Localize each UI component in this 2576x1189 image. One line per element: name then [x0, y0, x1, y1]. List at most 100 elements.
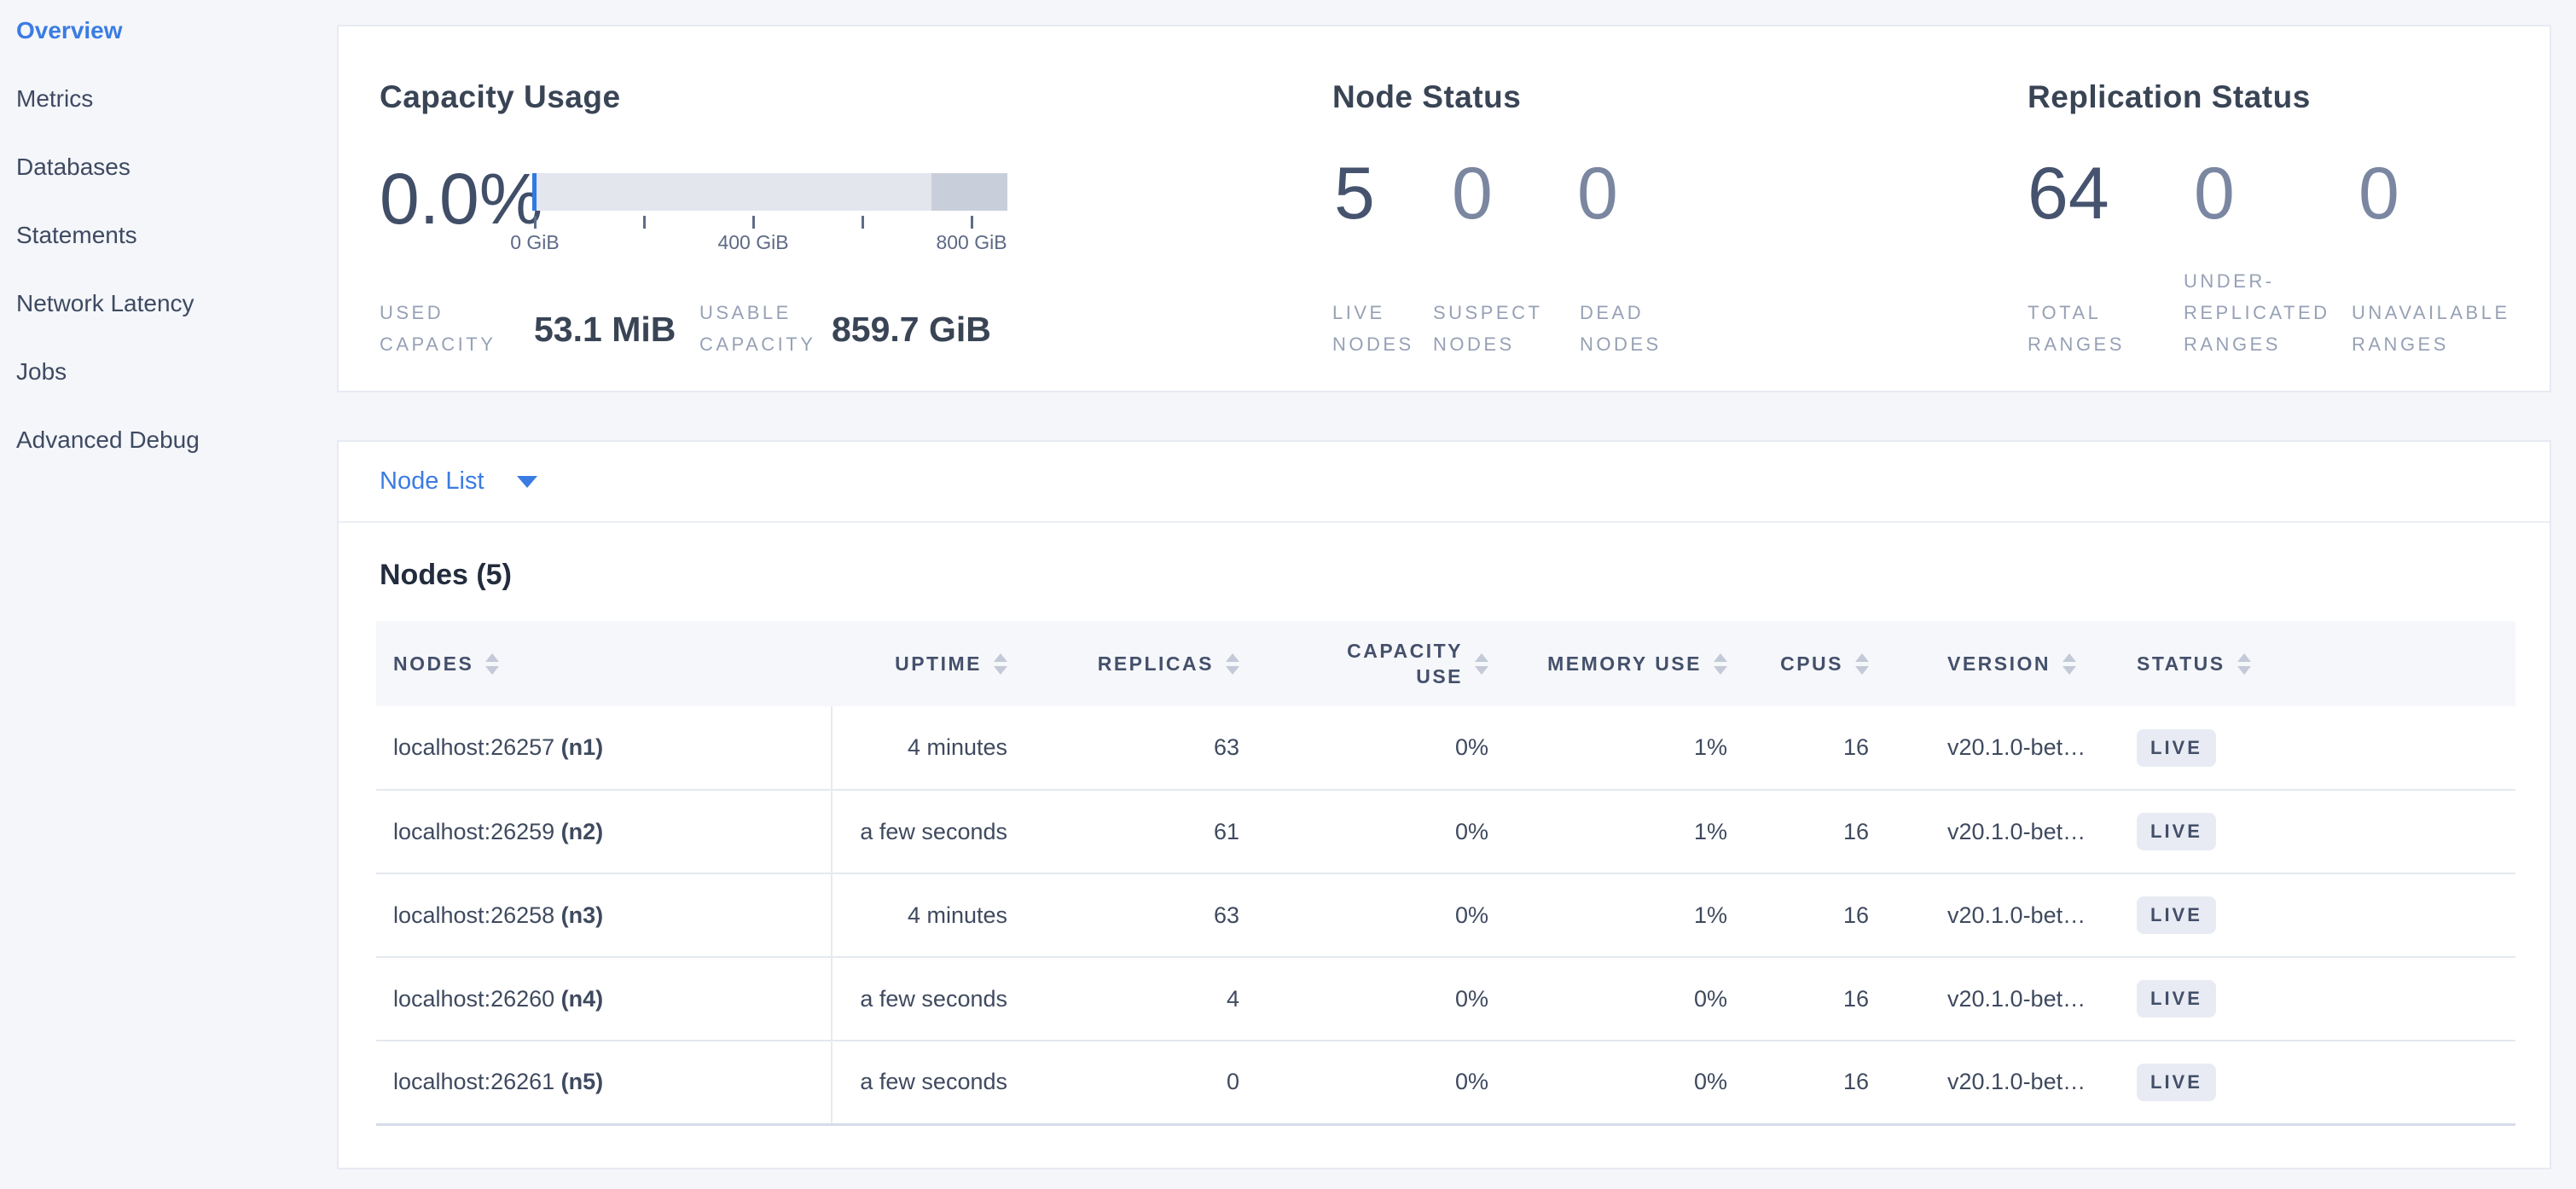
node-id: (n1) [554, 734, 603, 760]
cell-node[interactable]: localhost:26260 (n4) [376, 957, 832, 1041]
table-row: localhost:26257 (n1)4 minutes630%1%16v20… [376, 706, 2515, 790]
axis-tick [752, 216, 755, 229]
cell-capacity_use: 0% [1268, 790, 1517, 873]
cell-node[interactable]: localhost:26257 (n1) [376, 706, 832, 790]
cell-version: v20.1.0-bet… [1898, 790, 2087, 873]
cell-uptime: a few seconds [832, 1041, 1036, 1124]
table-row: localhost:26261 (n5)a few seconds00%0%16… [376, 1041, 2515, 1124]
column-header-node[interactable]: NODES [376, 621, 832, 706]
capacity-bar-used [532, 173, 537, 211]
table-row: localhost:26260 (n4)a few seconds40%0%16… [376, 957, 2515, 1041]
cell-version: v20.1.0-bet… [1898, 873, 2087, 957]
cell-status: LIVE [2087, 957, 2515, 1041]
sidebar-item-advanced-debug[interactable]: Advanced Debug [0, 406, 337, 474]
cell-uptime: a few seconds [832, 790, 1036, 873]
cell-version: v20.1.0-bet… [1898, 706, 2087, 790]
capacity-percent: 0.0% [380, 158, 542, 241]
column-header-replicas[interactable]: REPLICAS [1036, 621, 1268, 706]
total-ranges-count: 64 [2028, 157, 2109, 230]
chevron-down-icon [517, 476, 537, 488]
cell-node[interactable]: localhost:26261 (n5) [376, 1041, 832, 1124]
column-label: NODES [393, 651, 473, 676]
cell-version: v20.1.0-bet… [1898, 957, 2087, 1041]
node-address[interactable]: localhost:26258 [393, 902, 554, 928]
node-id: (n4) [554, 986, 603, 1012]
cell-cpus: 16 [1756, 873, 1898, 957]
cell-cpus: 16 [1756, 957, 1898, 1041]
axis-tick-label: 800 GiB [936, 231, 1007, 254]
node-list-dropdown-label: Node List [380, 467, 484, 496]
node-id: (n5) [554, 1069, 603, 1094]
sidebar-item-network-latency[interactable]: Network Latency [0, 270, 337, 338]
sort-icon [1714, 653, 1727, 675]
column-header-status[interactable]: STATUS [2087, 621, 2515, 706]
usable-capacity-value: 859.7 GiB [832, 310, 991, 350]
total-ranges-label: TOTAL RANGES [2028, 297, 2125, 360]
suspect-nodes-count: 0 [1452, 157, 1493, 230]
sidebar-item-statements[interactable]: Statements [0, 201, 337, 270]
nodes-table-title: Nodes (5) [380, 559, 2512, 592]
nodes-table-section: Nodes (5) NODES UPTIME REPLICASCAPACITY US… [339, 559, 2550, 1126]
node-list-dropdown[interactable]: Node List [339, 442, 2550, 523]
node-list-card: Node List Nodes (5) NODESUPTIMEREPLICASC… [337, 440, 2551, 1169]
table-row: localhost:26259 (n2)a few seconds610%1%1… [376, 790, 2515, 873]
node-address[interactable]: localhost:26260 [393, 986, 554, 1012]
cell-capacity_use: 0% [1268, 706, 1517, 790]
sidebar-item-jobs[interactable]: Jobs [0, 338, 337, 406]
cell-memory_use: 1% [1517, 790, 1756, 873]
cell-memory_use: 1% [1517, 706, 1756, 790]
table-header-row: NODES UPTIME REPLICASCAPACITY USE MEMORY US… [376, 621, 2515, 706]
used-capacity-value: 53.1 MiB [534, 310, 676, 350]
sort-icon [2063, 653, 2076, 675]
column-label: STATUS [2137, 651, 2225, 676]
column-header-capacity_use[interactable]: CAPACITY USE [1268, 621, 1517, 706]
cell-cpus: 16 [1756, 706, 1898, 790]
node-address[interactable]: localhost:26261 [393, 1069, 554, 1094]
column-label: MEMORY USE [1547, 651, 1702, 676]
dead-nodes-count: 0 [1577, 157, 1618, 230]
sort-icon [485, 653, 499, 675]
sidebar-item-databases[interactable]: Databases [0, 133, 337, 201]
node-id: (n3) [554, 902, 603, 928]
node-id: (n2) [554, 819, 603, 844]
column-label: CPUS [1780, 651, 1843, 676]
dead-nodes-label: DEAD NODES [1580, 297, 1662, 360]
node-address[interactable]: localhost:26259 [393, 819, 554, 844]
sort-icon [1855, 653, 1869, 675]
cell-replicas: 61 [1036, 790, 1268, 873]
cell-uptime: a few seconds [832, 957, 1036, 1041]
replication-status-title: Replication Status [2028, 79, 2311, 115]
column-header-version[interactable]: VERSION [1898, 621, 2087, 706]
under-replicated-ranges-count: 0 [2194, 157, 2235, 230]
sidebar-item-metrics[interactable]: Metrics [0, 65, 337, 133]
cell-memory_use: 0% [1517, 1041, 1756, 1124]
cell-replicas: 63 [1036, 706, 1268, 790]
column-header-cpus[interactable]: CPUS [1756, 621, 1898, 706]
suspect-nodes-label: SUSPECT NODES [1433, 297, 1542, 360]
status-badge: LIVE [2137, 729, 2216, 767]
sidebar-item-overview[interactable]: Overview [0, 0, 337, 65]
table-row: localhost:26258 (n3)4 minutes630%1%16v20… [376, 873, 2515, 957]
cell-status: LIVE [2087, 1041, 2515, 1124]
under-replicated-ranges-label: UNDER- REPLICATED RANGES [2184, 265, 2330, 360]
cell-replicas: 63 [1036, 873, 1268, 957]
cell-cpus: 16 [1756, 790, 1898, 873]
node-address[interactable]: localhost:26257 [393, 734, 554, 760]
axis-tick [534, 216, 537, 229]
column-header-uptime[interactable]: UPTIME [832, 621, 1036, 706]
cell-node[interactable]: localhost:26259 (n2) [376, 790, 832, 873]
cell-node[interactable]: localhost:26258 (n3) [376, 873, 832, 957]
cell-replicas: 4 [1036, 957, 1268, 1041]
capacity-bar [532, 173, 1007, 211]
axis-tick [643, 216, 646, 229]
unavailable-ranges-count: 0 [2358, 157, 2399, 230]
used-capacity-label: USED CAPACITY [380, 297, 496, 360]
cell-capacity_use: 0% [1268, 1041, 1517, 1124]
column-label: UPTIME [895, 651, 982, 676]
sort-icon [2237, 653, 2251, 675]
cluster-summary-card: Capacity Usage 0.0% 0 GiB 400 GiB 800 Gi… [337, 25, 2551, 392]
node-status-title: Node Status [1332, 79, 1521, 115]
sort-icon [1226, 653, 1239, 675]
column-header-memory_use[interactable]: MEMORY USE [1517, 621, 1756, 706]
status-badge: LIVE [2137, 896, 2216, 934]
